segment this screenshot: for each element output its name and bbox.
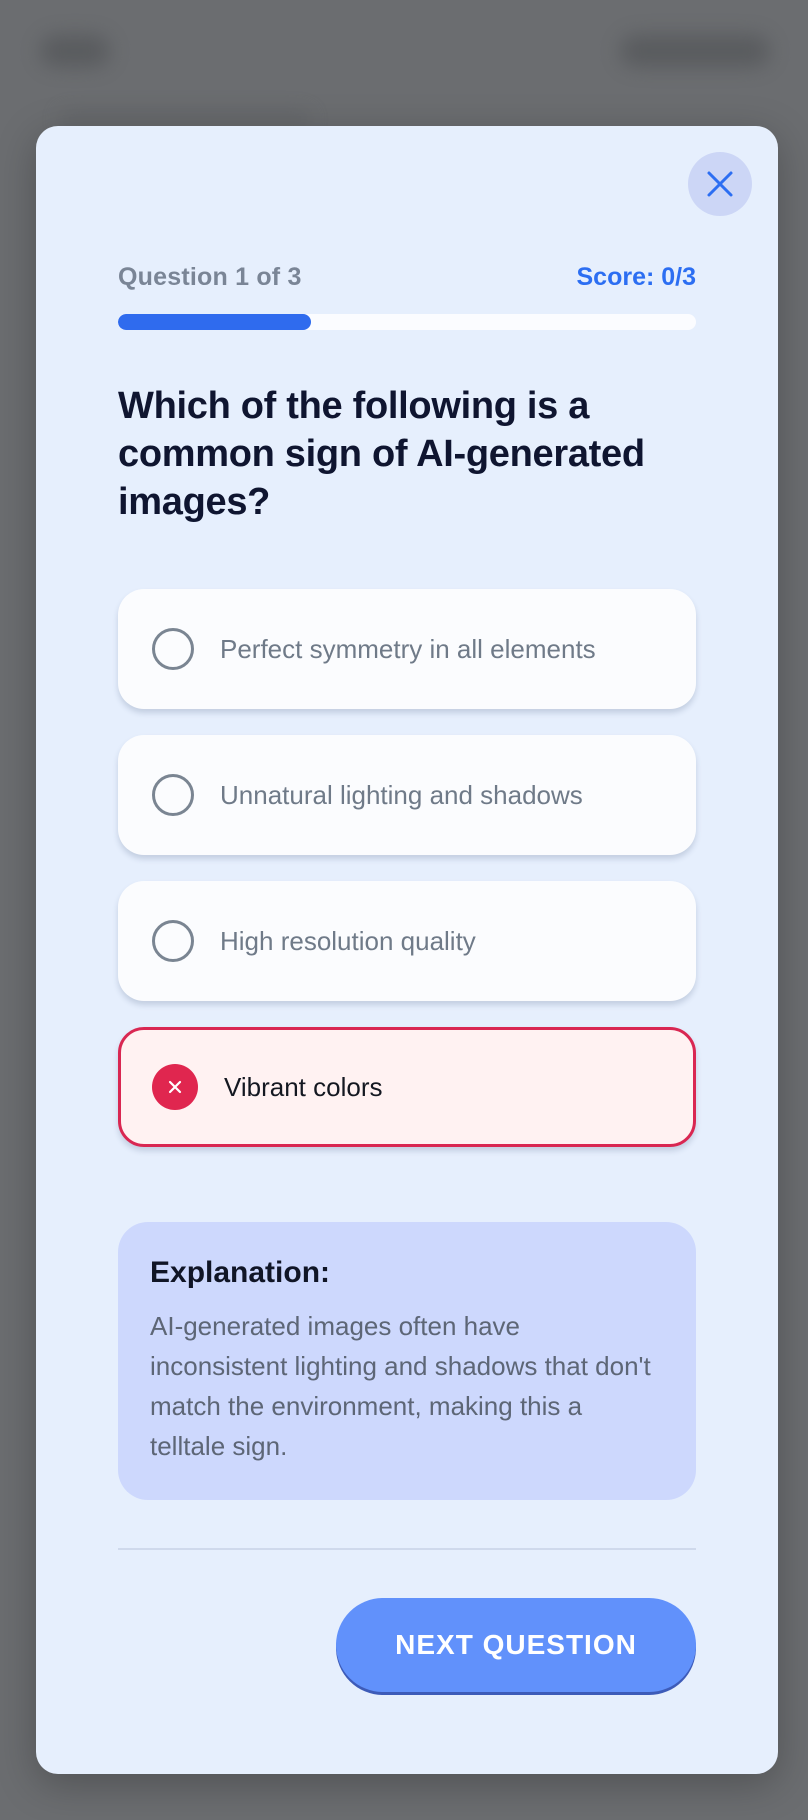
close-button[interactable] [688, 152, 752, 216]
divider [118, 1548, 696, 1550]
answer-option[interactable]: High resolution quality [118, 881, 696, 1001]
question-counter: Question 1 of 3 [118, 262, 302, 291]
explanation-title: Explanation: [150, 1256, 331, 1289]
explanation-body: AI-generated images often have inconsist… [150, 1311, 651, 1461]
score-label: Score: 0/3 [576, 262, 696, 291]
answer-option-selected-wrong[interactable]: Vibrant colors [118, 1027, 696, 1147]
background-blurred-element [60, 112, 310, 126]
question-text: Which of the following is a common sign … [118, 385, 645, 523]
radio-unchecked-icon [152, 774, 194, 816]
quiz-modal: Question 1 of 3 Score: 0/3 Which of the … [36, 126, 778, 1774]
next-question-button[interactable]: NEXT QUESTION [336, 1598, 696, 1692]
explanation-panel: Explanation: AI-generated images often h… [118, 1222, 696, 1500]
progress-bar [118, 314, 696, 330]
radio-unchecked-icon [152, 920, 194, 962]
answer-option-label: Perfect symmetry in all elements [220, 633, 596, 664]
answer-option-label: High resolution quality [220, 925, 476, 956]
close-icon [707, 171, 733, 197]
radio-unchecked-icon [152, 628, 194, 670]
answer-option[interactable]: Perfect symmetry in all elements [118, 589, 696, 709]
answer-option-label: Unnatural lighting and shadows [220, 779, 583, 810]
background-blurred-element [620, 35, 770, 67]
answer-option-label: Vibrant colors [224, 1071, 383, 1102]
answer-option[interactable]: Unnatural lighting and shadows [118, 735, 696, 855]
progress-header: Question 1 of 3 Score: 0/3 [118, 262, 696, 292]
progress-bar-fill [118, 314, 311, 330]
x-mark-icon [152, 1064, 198, 1110]
answer-options: Perfect symmetry in all elements Unnatur… [118, 589, 696, 1173]
background-blurred-element [40, 35, 110, 67]
